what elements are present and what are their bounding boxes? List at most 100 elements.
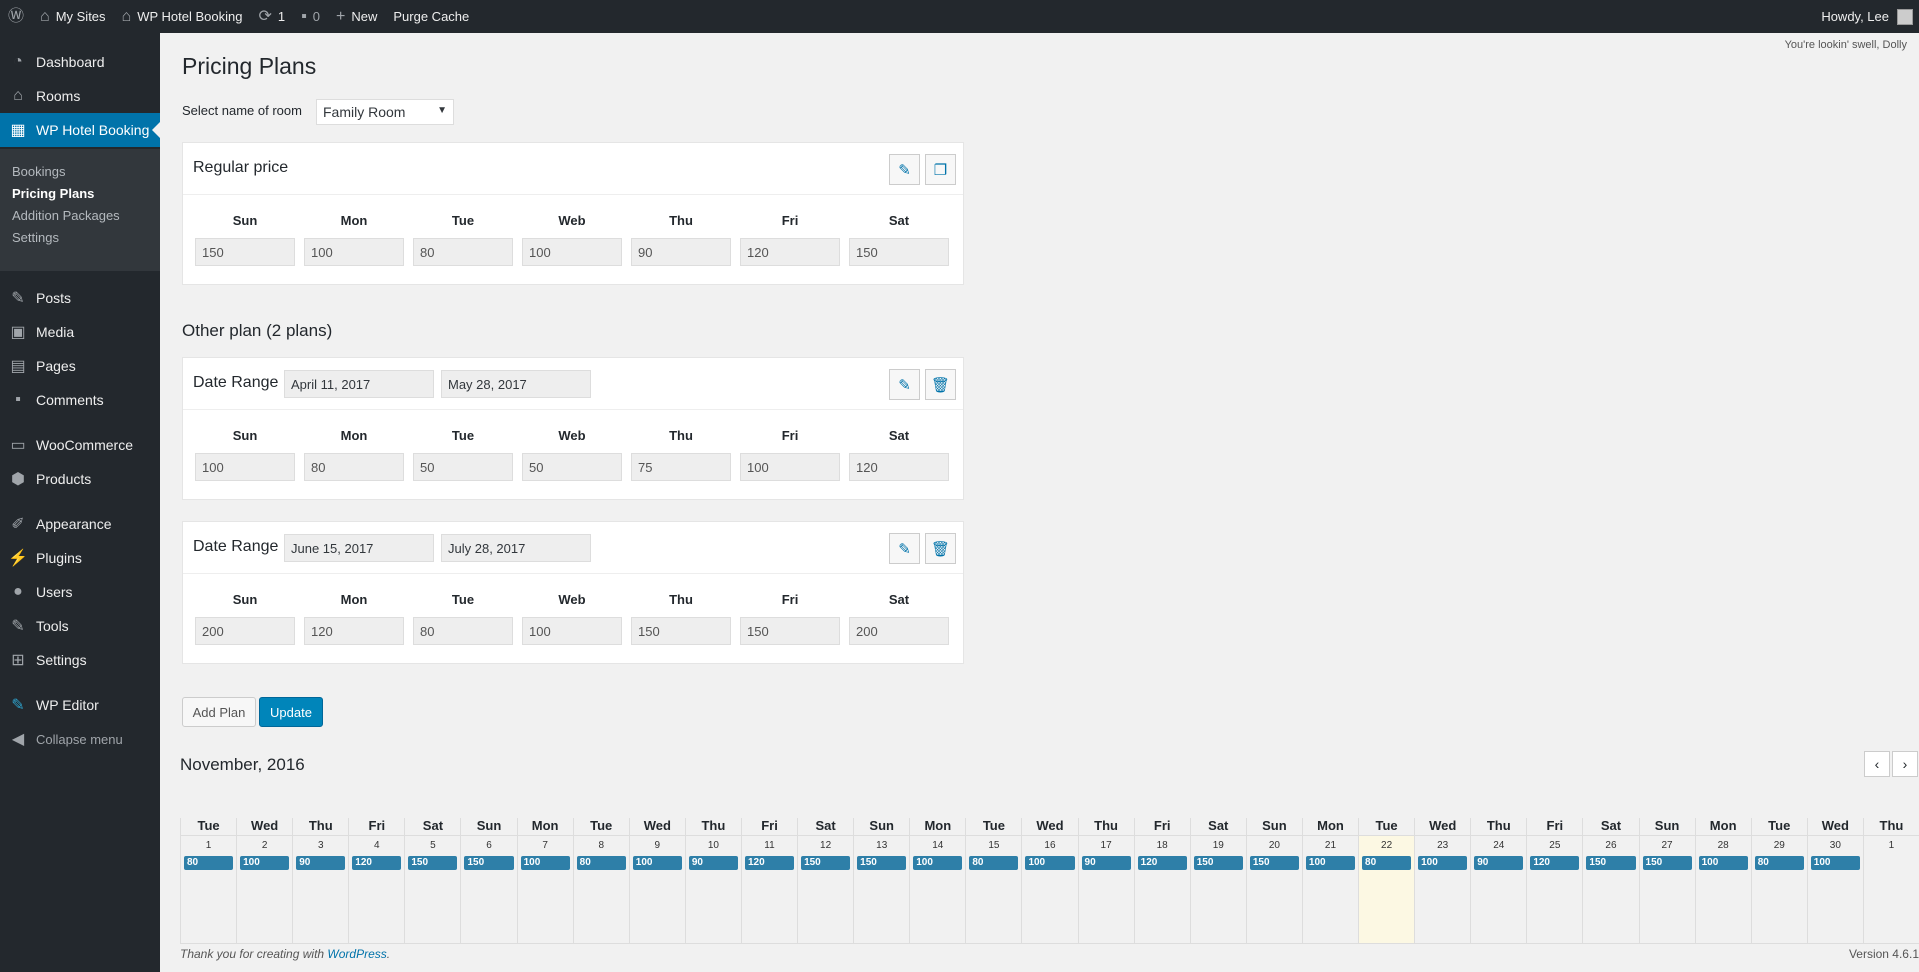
submenu-bookings[interactable]: Bookings xyxy=(12,164,65,179)
edit-button[interactable]: ✎ xyxy=(889,533,920,564)
price-input-wed[interactable]: 100 xyxy=(522,238,622,266)
price-input-sat[interactable]: 120 xyxy=(849,453,949,481)
menu-pages[interactable]: ▤ Pages xyxy=(0,349,160,383)
menu-products[interactable]: ⬢ Products xyxy=(0,462,160,496)
menu-hotel-booking[interactable]: ▦ WP Hotel Booking xyxy=(0,113,160,147)
menu-plugins[interactable]: ⚡ Plugins xyxy=(0,541,160,575)
calendar-day[interactable]: Thu 10 90 xyxy=(684,818,741,944)
delete-button[interactable]: 🗑 xyxy=(925,369,956,400)
price-input-fri[interactable]: 100 xyxy=(740,453,840,481)
price-input-tue[interactable]: 50 xyxy=(413,453,513,481)
submenu-settings[interactable]: Settings xyxy=(12,230,59,245)
calendar-day[interactable]: Fri 25 120 xyxy=(1526,818,1583,944)
calendar-day[interactable]: Sat 26 150 xyxy=(1582,818,1639,944)
calendar-day[interactable]: Fri 4 120 xyxy=(348,818,405,944)
price-input-wed[interactable]: 100 xyxy=(522,617,622,645)
menu-comments[interactable]: ▪ Comments xyxy=(0,383,160,417)
calendar-day[interactable]: Thu 24 90 xyxy=(1470,818,1527,944)
calendar-day[interactable]: Sat 12 150 xyxy=(797,818,854,944)
menu-appearance[interactable]: ✐ Appearance xyxy=(0,507,160,541)
calendar-day[interactable]: Sat 19 150 xyxy=(1189,818,1246,944)
calendar-day[interactable]: Sat 5 150 xyxy=(404,818,461,944)
calendar-day[interactable]: Mon 14 100 xyxy=(909,818,966,944)
price-input-wed[interactable]: 50 xyxy=(522,453,622,481)
calendar-day[interactable]: Wed 16 100 xyxy=(1021,818,1078,944)
edit-button[interactable]: ✎ xyxy=(889,154,920,185)
price-input-thu[interactable]: 150 xyxy=(631,617,731,645)
calendar-day[interactable]: Wed 2 100 xyxy=(236,818,293,944)
start-date-input[interactable]: June 15, 2017 xyxy=(284,534,434,562)
room-select[interactable]: Family Room ▼ xyxy=(316,99,454,125)
calendar-day[interactable]: Mon 28 100 xyxy=(1694,818,1751,944)
end-date-input[interactable]: May 28, 2017 xyxy=(441,370,591,398)
updates-menu[interactable]: ⟳ 1 xyxy=(250,0,293,33)
price-input-mon[interactable]: 80 xyxy=(304,453,404,481)
next-month-button[interactable]: › xyxy=(1892,751,1918,777)
start-date-input[interactable]: April 11, 2017 xyxy=(284,370,434,398)
site-name-menu[interactable]: ⌂ WP Hotel Booking xyxy=(114,0,251,33)
wordpress-link[interactable]: WordPress xyxy=(327,947,386,961)
calendar-day[interactable]: Thu 1 xyxy=(1862,818,1919,944)
calendar-day[interactable]: Fri 11 120 xyxy=(740,818,798,944)
calendar-day[interactable]: Sun 13 150 xyxy=(853,818,910,944)
calendar-day[interactable]: Tue 29 80 xyxy=(1750,818,1807,944)
purge-cache-link[interactable]: Purge Cache xyxy=(385,0,477,33)
calendar-day[interactable]: Mon 21 100 xyxy=(1301,818,1359,944)
menu-collapse[interactable]: ◀ Collapse menu xyxy=(0,722,160,756)
calendar-date: 28 xyxy=(1717,840,1729,851)
price-input-sun[interactable]: 200 xyxy=(195,617,295,645)
prev-month-button[interactable]: ‹ xyxy=(1864,751,1890,777)
wordpress-logo-icon[interactable]: Ⓦ xyxy=(0,0,32,33)
menu-tools[interactable]: ✎ Tools xyxy=(0,609,160,643)
menu-users[interactable]: ● Users xyxy=(0,575,160,609)
calendar-day[interactable]: Fri 18 120 xyxy=(1133,818,1190,944)
submenu-addition-packages[interactable]: Addition Packages xyxy=(12,208,120,223)
calendar-day[interactable]: Wed 9 100 xyxy=(628,818,685,944)
my-sites-menu[interactable]: ⌂ My Sites xyxy=(32,0,114,33)
menu-woocommerce[interactable]: ▭ WooCommerce xyxy=(0,428,160,462)
calendar-day[interactable]: Wed 30 100 xyxy=(1806,818,1863,944)
calendar-day[interactable]: Sun 27 150 xyxy=(1638,818,1695,944)
price-input-tue[interactable]: 80 xyxy=(413,238,513,266)
price-input-sat[interactable]: 200 xyxy=(849,617,949,645)
price-input-fri[interactable]: 150 xyxy=(740,617,840,645)
calendar-day[interactable]: Tue 15 80 xyxy=(965,818,1022,944)
calendar-day[interactable]: Tue 22 80 xyxy=(1358,818,1415,944)
calendar-price-badge: 150 xyxy=(801,856,851,870)
menu-wp-editor[interactable]: ✎ WP Editor xyxy=(0,688,160,722)
price-input-thu[interactable]: 75 xyxy=(631,453,731,481)
price-input-sat[interactable]: 150 xyxy=(849,238,949,266)
new-content-menu[interactable]: + New xyxy=(328,0,385,33)
menu-settings[interactable]: ⊞ Settings xyxy=(0,643,160,677)
delete-button[interactable]: 🗑 xyxy=(925,533,956,564)
calendar-day[interactable]: Thu 17 90 xyxy=(1077,818,1134,944)
menu-posts[interactable]: ✎ Posts xyxy=(0,281,160,315)
copy-button[interactable]: ❐ xyxy=(925,154,956,185)
calendar-day[interactable]: Sun 20 150 xyxy=(1245,818,1302,944)
price-input-sun[interactable]: 150 xyxy=(195,238,295,266)
calendar-day[interactable]: Tue 1 80 xyxy=(180,818,237,944)
price-input-mon[interactable]: 100 xyxy=(304,238,404,266)
menu-dashboard[interactable]: ◔ Dashboard xyxy=(0,45,160,79)
add-plan-button[interactable]: Add Plan xyxy=(182,697,256,727)
calendar-day[interactable]: Wed 23 100 xyxy=(1414,818,1471,944)
howdy-user[interactable]: Howdy, Lee xyxy=(1821,9,1889,24)
avatar[interactable] xyxy=(1897,8,1913,25)
calendar-price-badge: 80 xyxy=(184,856,234,870)
submenu-pricing-plans[interactable]: Pricing Plans xyxy=(12,186,94,201)
end-date-input[interactable]: July 28, 2017 xyxy=(441,534,591,562)
price-input-mon[interactable]: 120 xyxy=(304,617,404,645)
comments-menu[interactable]: ▪ 0 xyxy=(293,0,328,33)
price-input-tue[interactable]: 80 xyxy=(413,617,513,645)
update-button[interactable]: Update xyxy=(259,697,323,727)
calendar-day[interactable]: Tue 8 80 xyxy=(572,818,629,944)
edit-button[interactable]: ✎ xyxy=(889,369,920,400)
calendar-day[interactable]: Mon 7 100 xyxy=(516,818,573,944)
calendar-day[interactable]: Thu 3 90 xyxy=(292,818,349,944)
calendar-day[interactable]: Sun 6 150 xyxy=(460,818,517,944)
price-input-fri[interactable]: 120 xyxy=(740,238,840,266)
price-input-thu[interactable]: 90 xyxy=(631,238,731,266)
menu-media[interactable]: ▣ Media xyxy=(0,315,160,349)
menu-rooms[interactable]: ⌂ Rooms xyxy=(0,79,160,113)
price-input-sun[interactable]: 100 xyxy=(195,453,295,481)
